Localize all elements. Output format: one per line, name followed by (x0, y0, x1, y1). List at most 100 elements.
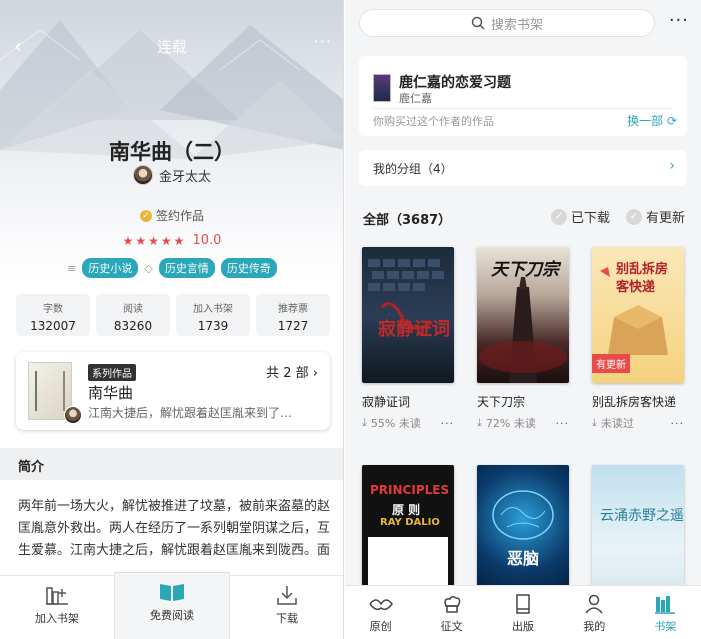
my-groups-row[interactable]: 我的分组（4） › (359, 150, 687, 186)
tab-bookshelf[interactable]: 书架 (630, 586, 701, 639)
series-title: 南华曲 (88, 384, 134, 402)
recommend-title: 鹿仁嘉的恋爱习题 (399, 75, 511, 91)
user-icon (585, 594, 603, 614)
top-bar: ‹ 连载 ··· (0, 28, 343, 64)
search-input[interactable]: 搜索书架 (359, 9, 655, 37)
read-progress: 未读过 (600, 417, 634, 430)
star-icon: ★ (122, 233, 134, 248)
book-icon (516, 594, 530, 614)
search-placeholder: 搜索书架 (490, 17, 543, 33)
free-read-button[interactable]: 免费阅读 (114, 572, 230, 639)
book-cover[interactable]: 寂静证词 (362, 247, 454, 383)
book-cover[interactable]: 别乱拆房客快递 有更新 (592, 247, 684, 383)
brain-art (492, 490, 554, 540)
stat-value: 83260 (113, 319, 153, 333)
add-shelf-button[interactable]: 加入书架 (0, 576, 114, 639)
tab-label: 我的 (583, 620, 606, 633)
free-read-label: 免费阅读 (150, 609, 194, 622)
tab-original[interactable]: 原创 (345, 586, 416, 639)
book-cover[interactable]: 云涌赤野之遥 (592, 465, 684, 601)
book-title: 天下刀宗 (477, 395, 526, 409)
tab-label: 出版 (512, 620, 534, 633)
swap-button[interactable]: 换一部 ⟳ (627, 112, 677, 129)
downloaded-label: 已下载 (571, 211, 611, 226)
series-card[interactable]: 系列作品 共 2 部 › 南华曲 江南大捷后，解忧跟着赵匡胤来到了… (16, 352, 330, 430)
read-progress-icon: ⤓ (477, 416, 482, 429)
recommend-card[interactable]: 鹿仁嘉的恋爱习题 鹿仁嘉 你购买过这个作者的作品 换一部 ⟳ (359, 56, 687, 136)
more-icon[interactable]: ··· (671, 417, 685, 430)
check-badge-icon: ✓ (139, 209, 152, 222)
stat-votes[interactable]: 推荐票 1727 (256, 294, 330, 336)
cover-author: RAY DALIO (380, 517, 440, 528)
stat-reads: 阅读 83260 (96, 294, 170, 336)
star-icon: ★ (173, 233, 185, 248)
download-icon (277, 586, 297, 605)
check-circle-icon: ✓ (551, 208, 567, 225)
signed-label: 签约作品 (155, 209, 204, 223)
stat-value: 132007 (30, 319, 76, 333)
series-badge: 系列作品 (88, 364, 136, 381)
downloaded-filter[interactable]: ✓ 已下载 (551, 207, 610, 226)
series-desc: 江南大捷后，解忧跟着赵匡胤来到了… (88, 406, 293, 420)
book-detail-panel: ‹ 连载 ··· 南华曲（二） 金牙太太 ✓ 签约作品 ★ ★ ★ ★ ★ 10… (0, 0, 344, 639)
cover-title: 云涌赤野之遥 (600, 508, 684, 524)
book-item[interactable]: PRINCIPLES 原 则 RAY DALIO (362, 465, 454, 601)
tag-icon: ◇ (144, 261, 153, 275)
cover-title: 寂静证词 (378, 319, 450, 340)
tag-chip[interactable]: 历史传奇 (220, 258, 277, 278)
tab-label: 书架 (654, 620, 677, 633)
intro-heading: 简介 (0, 448, 343, 480)
open-book-icon (160, 584, 184, 601)
author-avatar[interactable] (132, 165, 153, 185)
intro-text: 两年前一场大火，解忧被推进了坟墓，被前来盗墓的赵匡胤意外救出。两人在经历了一系列… (18, 499, 331, 558)
book-item[interactable]: 寂静证词 寂静证词 ⤓ 55% 未读 ··· (362, 247, 454, 431)
tag-chip[interactable]: 历史小说 (82, 258, 139, 278)
download-label: 下载 (276, 612, 298, 625)
more-icon[interactable]: ··· (556, 417, 570, 430)
more-icon[interactable]: ··· (441, 417, 455, 430)
tab-label: 原创 (369, 620, 392, 633)
stats-row: 字数 132007 阅读 83260 加入书架 1739 推荐票 1727 (16, 294, 330, 336)
author-name[interactable]: 金牙太太 (159, 166, 211, 185)
updated-filter[interactable]: ✓ 有更新 (626, 207, 685, 226)
page-title: 连载 (156, 38, 187, 56)
tab-contest[interactable]: 征文 (416, 586, 487, 639)
stat-word-count: 字数 132007 (16, 294, 90, 336)
book-item[interactable]: 恶脑 (477, 465, 569, 601)
book-title: 寂静证词 (362, 395, 411, 409)
cover-title: 别乱拆房客快递 (616, 262, 669, 295)
tag-chip[interactable]: 历史言情 (158, 258, 215, 278)
tab-publish[interactable]: 出版 (487, 586, 558, 639)
stat-label: 阅读 (123, 304, 143, 315)
search-icon (471, 16, 485, 30)
chevron-right-icon: › (312, 366, 318, 381)
read-progress: 72% 未读 (485, 417, 536, 430)
book-item[interactable]: 云涌赤野之遥 (592, 465, 684, 601)
book-item[interactable]: 天下刀宗 天下刀宗 ⤓ 72% 未读 ··· (477, 247, 569, 431)
tag-row: ≡ 历史小说 ◇ 历史言情 历史传奇 (0, 258, 343, 278)
filter-row: 全部（3687） ✓ 已下载 ✓ 有更新 (359, 207, 689, 231)
book-cover[interactable]: PRINCIPLES 原 则 RAY DALIO (362, 465, 454, 601)
book-cover[interactable]: 天下刀宗 (477, 247, 569, 383)
book-cover[interactable]: 恶脑 (477, 465, 569, 601)
tab-mine[interactable]: 我的 (559, 586, 630, 639)
add-shelf-icon (46, 587, 68, 605)
all-label[interactable]: 全部（3687） (363, 209, 451, 228)
book-meta: ⤓ 72% 未读 ··· (477, 415, 569, 431)
book-title: 别乱拆房客快递 (592, 395, 677, 409)
more-icon[interactable]: ··· (314, 32, 332, 51)
author-row[interactable]: 金牙太太 (0, 165, 343, 185)
updated-label: 有更新 (646, 211, 686, 226)
more-icon[interactable]: ··· (669, 10, 689, 31)
download-button[interactable]: 下载 (230, 576, 343, 639)
book-meta: ⤓ 55% 未读 ··· (362, 415, 454, 431)
book-title: 南华曲（二） (109, 140, 235, 164)
cover-title-en: PRINCIPLES (370, 483, 450, 497)
series-count[interactable]: 共 2 部 › (266, 362, 318, 381)
refresh-icon: ⟳ (666, 114, 677, 128)
cover-title-cn: 原 则 (392, 503, 421, 517)
stat-shelf: 加入书架 1739 (176, 294, 250, 336)
stat-label: 推荐票 (278, 304, 308, 315)
read-progress-icon: ⤓ (362, 416, 367, 429)
book-item[interactable]: 别乱拆房客快递 有更新 别乱拆房客快递 ⤓ 未读过 ··· (592, 247, 684, 431)
